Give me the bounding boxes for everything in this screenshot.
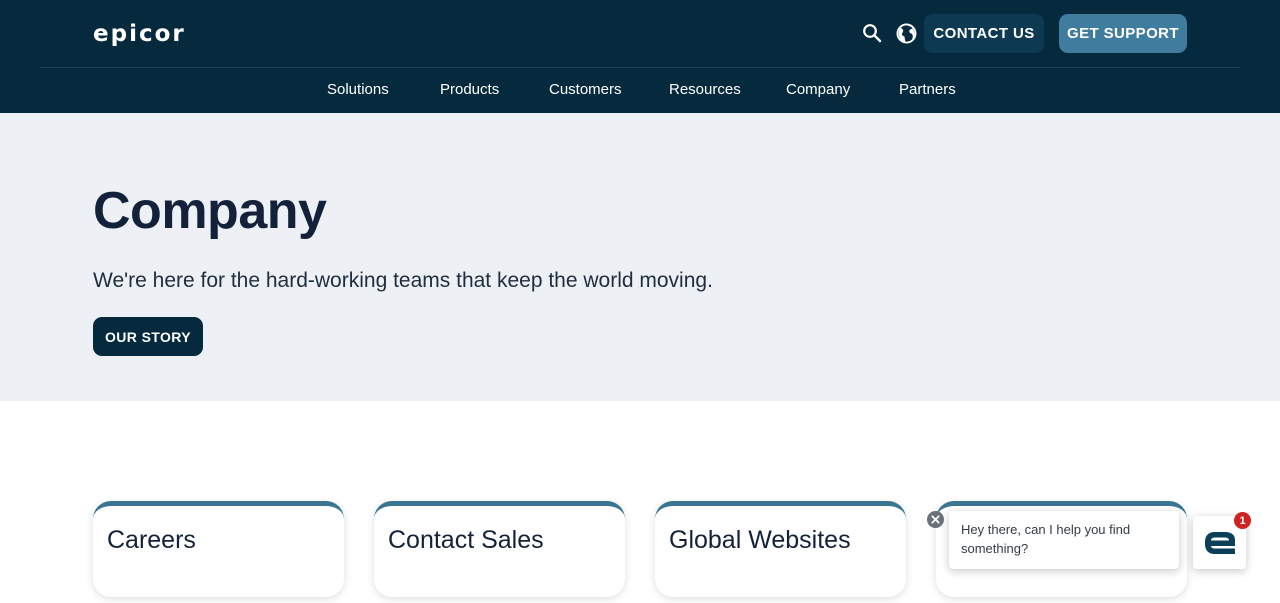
header-divider <box>40 67 1240 68</box>
nav-item-products[interactable]: Products <box>440 78 499 102</box>
card-contact-sales[interactable]: Contact Sales <box>374 501 625 597</box>
contact-us-button[interactable]: CONTACT US <box>924 14 1044 53</box>
hero-section: Company We're here for the hard-working … <box>0 113 1280 401</box>
card-title: Contact Sales <box>388 526 544 554</box>
search-icon[interactable] <box>861 22 883 44</box>
globe-icon[interactable] <box>895 22 917 44</box>
page-title: Company <box>93 182 327 240</box>
our-story-button[interactable]: OUR STORY <box>93 317 203 356</box>
card-title: Careers <box>107 526 196 554</box>
notification-badge: 1 <box>1234 512 1251 529</box>
epicor-logo[interactable]: epicor <box>93 22 186 46</box>
search-icon-graphic <box>863 24 882 43</box>
nav-item-customers[interactable]: Customers <box>549 78 622 102</box>
card-global-websites[interactable]: Global Websites <box>655 501 906 597</box>
close-icon[interactable] <box>927 511 944 528</box>
nav-item-company[interactable]: Company <box>786 78 850 102</box>
site-header: epicor CONTACT US GET SUPPORT Solutions … <box>0 0 1280 113</box>
close-icon-graphic <box>931 515 940 524</box>
globe-icon-graphic <box>896 23 916 43</box>
chat-prompt-bubble[interactable]: Hey there, can I help you find something… <box>949 511 1179 569</box>
get-support-button[interactable]: GET SUPPORT <box>1059 14 1187 53</box>
nav-item-resources[interactable]: Resources <box>669 78 741 102</box>
logo-text: epicor <box>93 21 186 47</box>
nav-item-partners[interactable]: Partners <box>899 78 956 102</box>
main-nav: Solutions Products Customers Resources C… <box>0 78 1280 102</box>
epicor-e-icon <box>1204 531 1235 554</box>
card-careers[interactable]: Careers <box>93 501 344 597</box>
hero-subtitle: We're here for the hard-working teams th… <box>93 269 713 292</box>
chat-prompt-text: Hey there, can I help you find something… <box>961 522 1131 556</box>
card-title: Global Websites <box>669 526 851 554</box>
nav-item-solutions[interactable]: Solutions <box>327 78 389 102</box>
